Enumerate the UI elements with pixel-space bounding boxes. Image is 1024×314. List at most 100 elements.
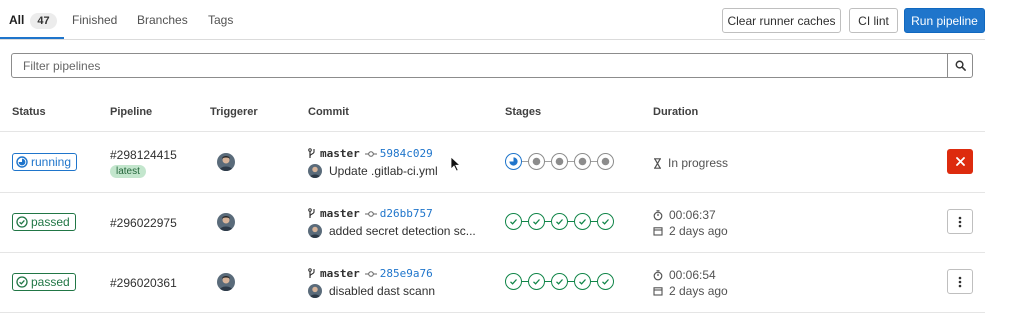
commit-message-link[interactable]: disabled dast scann (329, 284, 435, 298)
pipeline-id-link[interactable]: #296020361 (110, 276, 177, 290)
duration: In progress (653, 156, 728, 170)
commit-author-avatar[interactable] (308, 224, 322, 238)
duration: 00:06:54 (653, 268, 716, 282)
status-badge[interactable]: passed (12, 213, 76, 231)
column-header-stages: Stages (505, 106, 542, 118)
stage-passed-icon[interactable] (551, 273, 568, 290)
pipeline-stages (505, 213, 614, 230)
column-header-status: Status (12, 106, 46, 118)
cancel-pipeline-button[interactable] (947, 149, 973, 174)
stage-passed-icon[interactable] (505, 273, 522, 290)
status-passed-icon (16, 216, 28, 228)
stage-passed-icon[interactable] (597, 213, 614, 230)
pipeline-tabs: All 47 Finished Branches Tags Clear runne… (0, 0, 1024, 40)
branch-icon (308, 148, 315, 158)
branch-link[interactable]: master (320, 147, 360, 160)
hourglass-icon (654, 157, 661, 169)
finished-time: 2 days ago (653, 284, 728, 298)
commit-author-avatar[interactable] (308, 164, 322, 178)
stage-running-icon[interactable] (505, 153, 522, 170)
branch-icon (308, 208, 315, 218)
commit-sha-link[interactable]: 285e9a76 (380, 267, 433, 280)
commit-ref: master 285e9a76 (308, 267, 433, 280)
clear-runner-caches-button[interactable]: Clear runner caches (722, 8, 841, 33)
branch-link[interactable]: master (320, 267, 360, 280)
pipeline-id-link[interactable]: #296022975 (110, 216, 177, 230)
commit-ref: master 5984c029 (308, 147, 433, 160)
commit-icon (364, 270, 377, 277)
column-header-pipeline: Pipeline (110, 106, 153, 118)
tab-tags[interactable]: Tags (208, 13, 233, 27)
row-divider (0, 192, 985, 193)
stage-passed-icon[interactable] (551, 213, 568, 230)
status-badge-label: passed (31, 275, 70, 289)
stage-pending-icon[interactable] (574, 153, 591, 170)
timer-icon (653, 269, 663, 280)
triggerer-avatar[interactable] (217, 153, 235, 171)
status-badge[interactable]: running (12, 153, 78, 171)
branch-icon (308, 268, 315, 278)
row-divider (0, 312, 985, 313)
status-running-icon (16, 156, 28, 168)
filter-pipelines-input[interactable] (12, 54, 948, 77)
stage-pending-icon[interactable] (528, 153, 545, 170)
commit-sha-link[interactable]: d26bb757 (380, 207, 433, 220)
stage-pending-icon[interactable] (597, 153, 614, 170)
ci-lint-button[interactable]: CI lint (849, 8, 898, 33)
commit-message-link[interactable]: added secret detection sc... (329, 224, 476, 238)
commit-author-avatar[interactable] (308, 284, 322, 298)
status-badge[interactable]: passed (12, 273, 76, 291)
more-actions-button[interactable] (947, 209, 973, 234)
calendar-icon (653, 227, 663, 236)
finished-time-text: 2 days ago (669, 284, 728, 298)
stage-passed-icon[interactable] (597, 273, 614, 290)
duration-text: 00:06:54 (669, 268, 716, 282)
commit-sha-link[interactable]: 5984c029 (380, 147, 433, 160)
branch-link[interactable]: master (320, 207, 360, 220)
tab-all-label: All (9, 13, 25, 27)
tab-all-count-badge: 47 (30, 13, 57, 29)
stage-passed-icon[interactable] (505, 213, 522, 230)
finished-time-text: 2 days ago (669, 224, 728, 238)
commit-icon (364, 210, 377, 217)
tab-finished[interactable]: Finished (72, 13, 117, 27)
column-header-triggerer: Triggerer (210, 106, 258, 118)
calendar-icon (653, 287, 663, 296)
tab-branches[interactable]: Branches (137, 13, 188, 27)
tabs-divider (0, 39, 985, 40)
mouse-cursor-icon (450, 156, 461, 172)
row-divider (0, 131, 985, 132)
stage-passed-icon[interactable] (574, 213, 591, 230)
pipeline-stages (505, 153, 614, 170)
stage-passed-icon[interactable] (528, 273, 545, 290)
latest-badge: latest (110, 165, 146, 178)
filter-pipelines-box (11, 53, 973, 78)
commit-message-link[interactable]: Update .gitlab-ci.yml (329, 164, 438, 178)
commit-icon (364, 150, 377, 157)
run-pipeline-button[interactable]: Run pipeline (904, 8, 985, 33)
duration-text: In progress (668, 156, 729, 170)
status-passed-icon (16, 276, 28, 288)
duration-text: 00:06:37 (669, 208, 716, 222)
finished-time: 2 days ago (653, 224, 728, 238)
search-icon (955, 60, 966, 71)
pipeline-stages (505, 273, 614, 290)
commit-ref: master d26bb757 (308, 207, 433, 220)
more-actions-button[interactable] (947, 269, 973, 294)
status-badge-label: passed (31, 215, 70, 229)
filter-search-button[interactable] (947, 54, 972, 77)
stage-pending-icon[interactable] (551, 153, 568, 170)
stage-passed-icon[interactable] (574, 273, 591, 290)
status-badge-label: running (31, 155, 72, 169)
triggerer-avatar[interactable] (217, 213, 235, 231)
triggerer-avatar[interactable] (217, 273, 235, 291)
close-icon (955, 157, 965, 166)
column-header-duration: Duration (653, 106, 699, 118)
ellipsis-vertical-icon (958, 216, 962, 227)
duration: 00:06:37 (653, 208, 716, 222)
row-divider (0, 252, 985, 253)
pipeline-id-link[interactable]: #298124415 (110, 148, 177, 162)
column-header-commit: Commit (308, 106, 349, 118)
tab-all[interactable]: All 47 (9, 13, 57, 29)
stage-passed-icon[interactable] (528, 213, 545, 230)
